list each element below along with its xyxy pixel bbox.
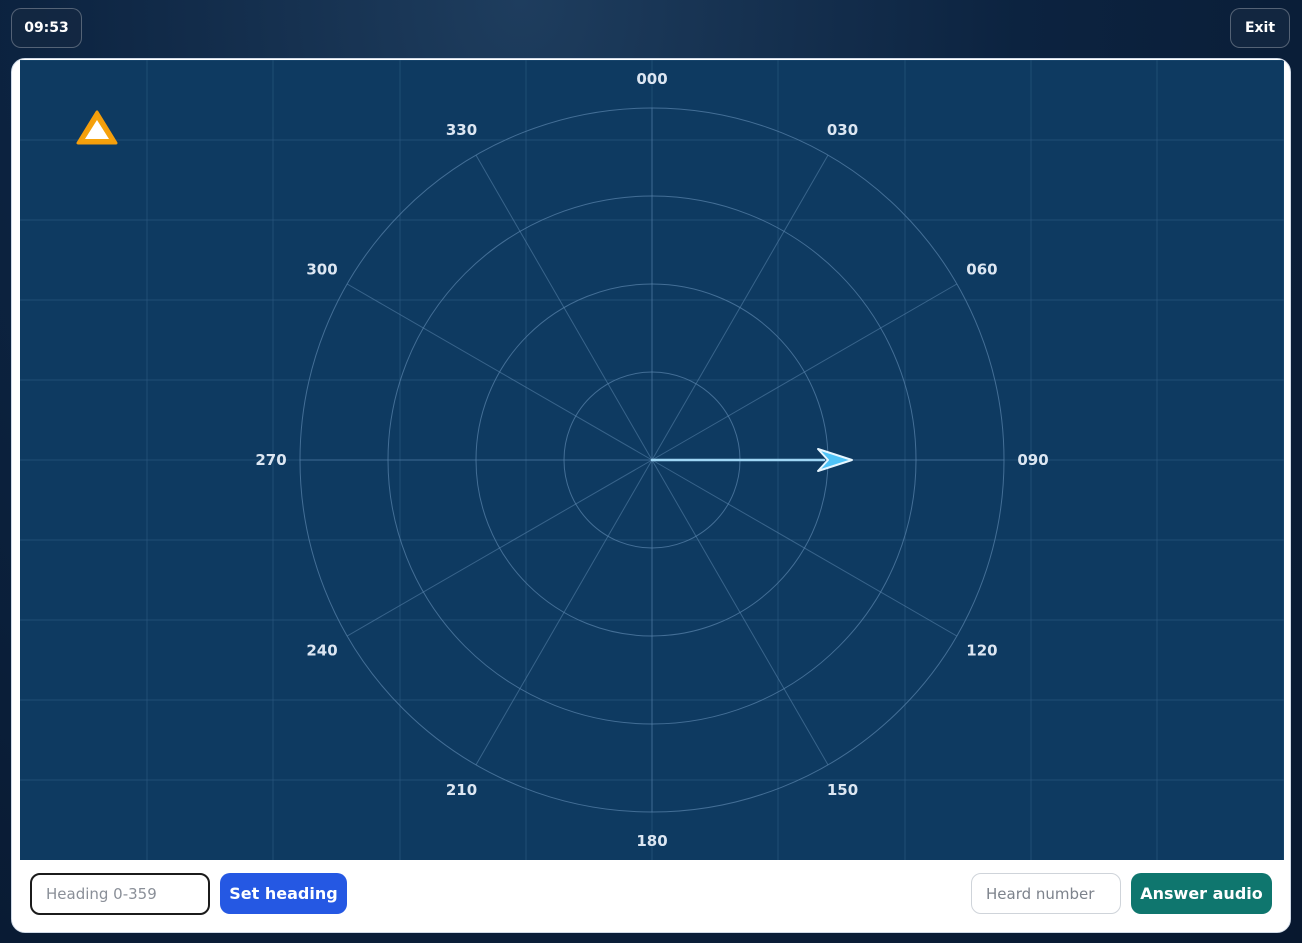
compass-label: 270 <box>255 451 286 469</box>
radar-display: 000 030 060 090 120 150 180 210 240 270 300 330 <box>20 60 1284 860</box>
compass-label: 300 <box>306 261 337 279</box>
compass-label: 060 <box>966 261 997 279</box>
bearing-spoke <box>651 459 829 766</box>
bearing-spoke <box>651 283 958 461</box>
control-bar: Set heading Answer audio <box>12 860 1290 932</box>
warning-triangle-icon <box>76 110 118 145</box>
timer-display: 09:53 <box>11 8 82 48</box>
compass-label: 000 <box>636 70 667 88</box>
bearing-spoke <box>346 283 653 461</box>
bearing-spoke <box>346 459 653 637</box>
bearing-spoke <box>651 154 829 461</box>
bearing-spoke <box>651 459 958 637</box>
compass-label: 330 <box>446 121 477 139</box>
bearing-spoke <box>475 154 653 461</box>
set-heading-button[interactable]: Set heading <box>220 873 347 914</box>
radar-board: 000 030 060 090 120 150 180 210 240 270 300 330 <box>20 60 1284 860</box>
compass-label: 030 <box>827 121 858 139</box>
heard-number-input[interactable] <box>971 873 1121 914</box>
game-frame: 000 030 060 090 120 150 180 210 240 270 300 330 Set… <box>11 58 1291 933</box>
bearing-spoke <box>475 459 653 766</box>
aircraft <box>650 448 853 472</box>
compass-label: 150 <box>827 781 858 799</box>
heading-input[interactable] <box>30 873 210 915</box>
exit-button[interactable]: Exit <box>1230 8 1290 48</box>
compass-label: 090 <box>1017 451 1048 469</box>
answer-audio-button[interactable]: Answer audio <box>1131 873 1272 914</box>
compass-label: 180 <box>636 832 667 850</box>
compass-label: 240 <box>306 642 337 660</box>
compass-label: 210 <box>446 781 477 799</box>
compass-label: 120 <box>966 642 997 660</box>
